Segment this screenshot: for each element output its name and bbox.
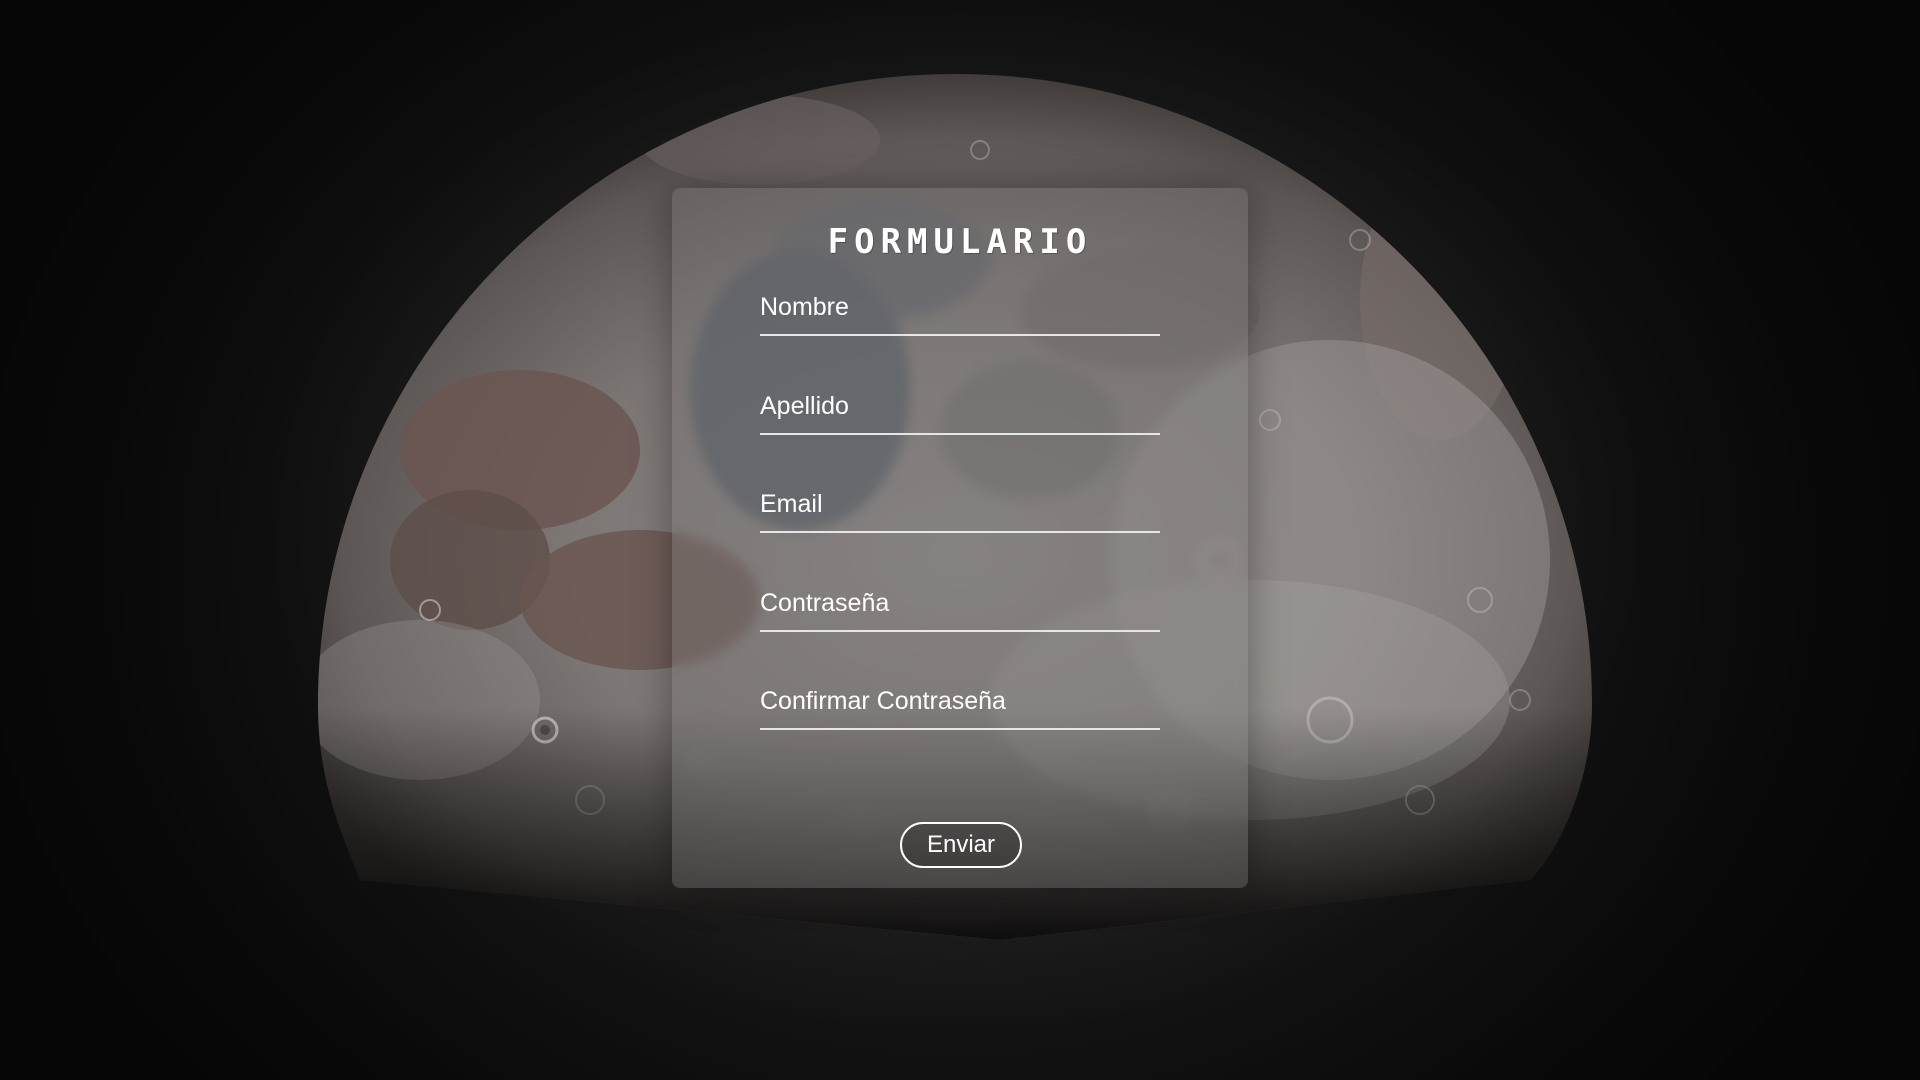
registration-form: FORMULARIO Enviar — [672, 188, 1248, 888]
apellido-input[interactable] — [760, 377, 1160, 435]
page-background: FORMULARIO Enviar — [0, 0, 1920, 1080]
email-input[interactable] — [760, 475, 1160, 533]
submit-button[interactable]: Enviar — [900, 822, 1022, 868]
nombre-input[interactable] — [760, 278, 1160, 336]
field-nombre — [760, 278, 1160, 338]
confirm-password-input[interactable] — [760, 672, 1160, 730]
field-email — [760, 475, 1160, 535]
field-contrasena — [760, 574, 1160, 634]
form-title: FORMULARIO — [827, 222, 1093, 262]
field-confirmar-contrasena — [760, 672, 1160, 732]
password-input[interactable] — [760, 574, 1160, 632]
field-apellido — [760, 377, 1160, 437]
